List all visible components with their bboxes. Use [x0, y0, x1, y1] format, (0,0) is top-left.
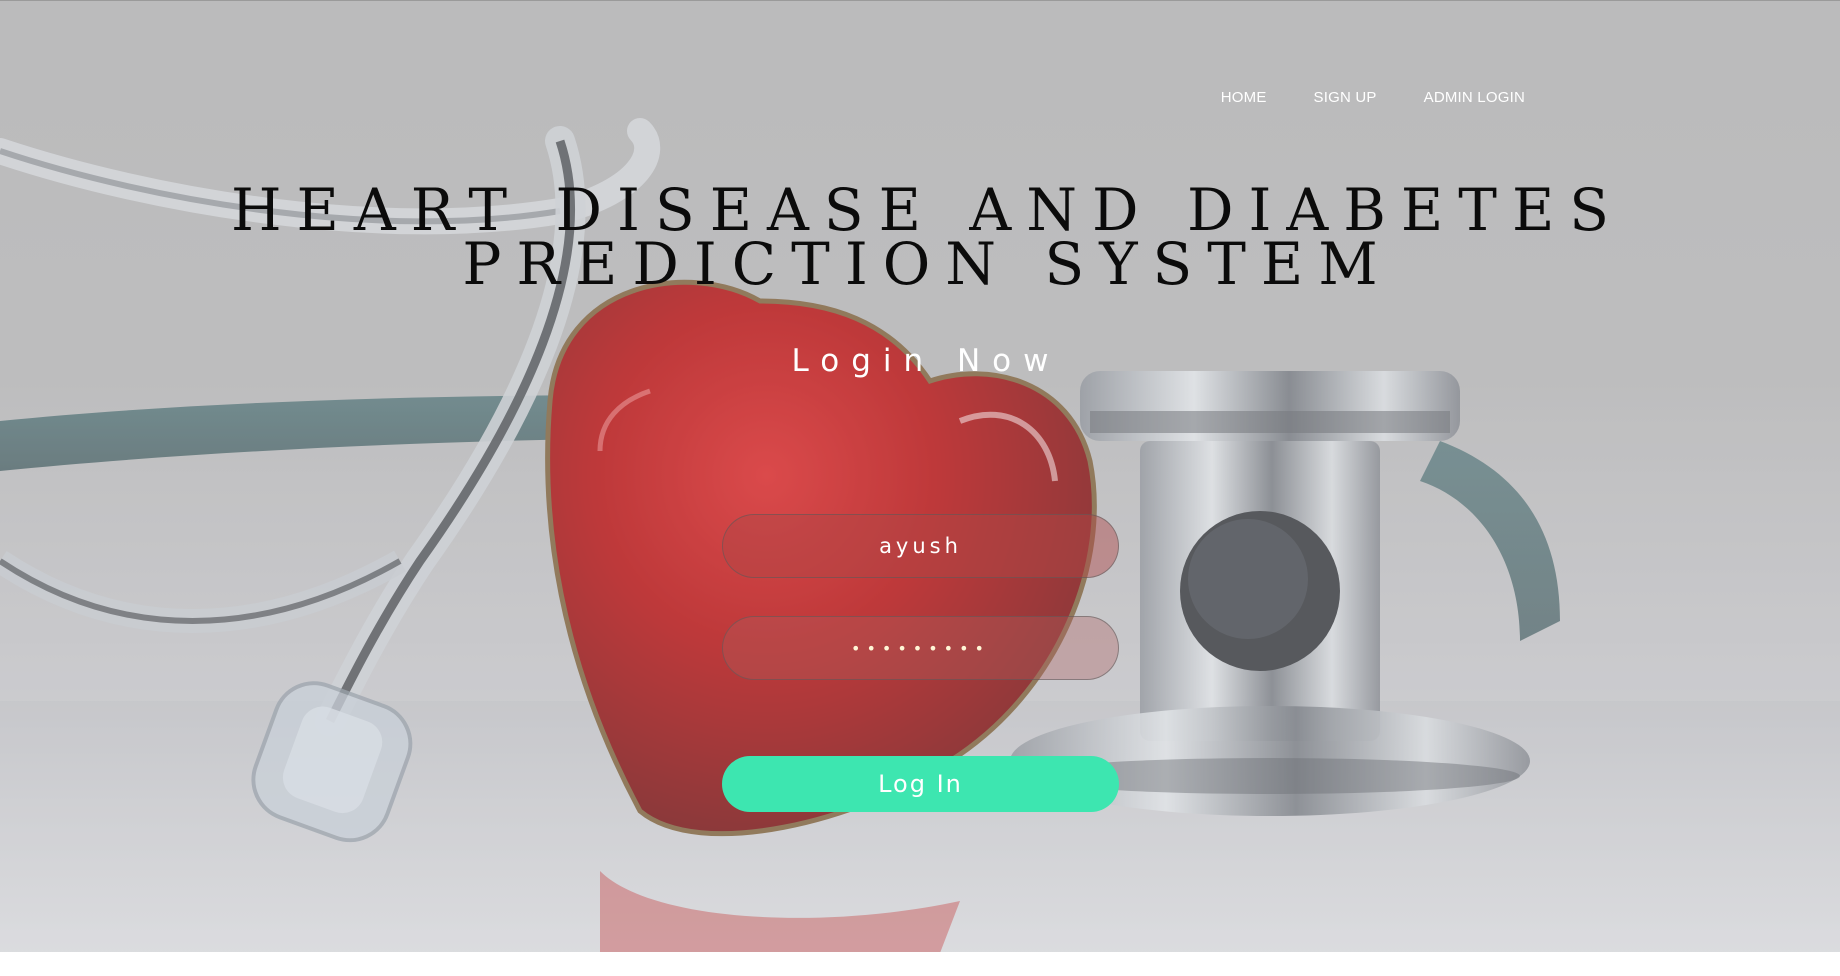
login-button[interactable]: Log In	[722, 756, 1119, 812]
password-input[interactable]	[722, 616, 1119, 680]
top-nav: HOME SIGN UP ADMIN LOGIN	[1174, 89, 1525, 106]
login-heading: Login Now	[791, 343, 1061, 379]
page: HOME SIGN UP ADMIN LOGIN HEART DISEASE A…	[0, 0, 1840, 976]
page-title: HEART DISEASE AND DIABETES PREDICTION SY…	[0, 181, 1840, 293]
login-form: Log In	[722, 514, 1119, 812]
nav-admin-login-link[interactable]: ADMIN LOGIN	[1424, 89, 1525, 106]
page-title-line-2: PREDICTION SYSTEM	[462, 230, 1393, 298]
username-input[interactable]	[722, 514, 1119, 578]
nav-signup-link[interactable]: SIGN UP	[1314, 89, 1377, 106]
nav-home-link[interactable]: HOME	[1221, 89, 1267, 106]
